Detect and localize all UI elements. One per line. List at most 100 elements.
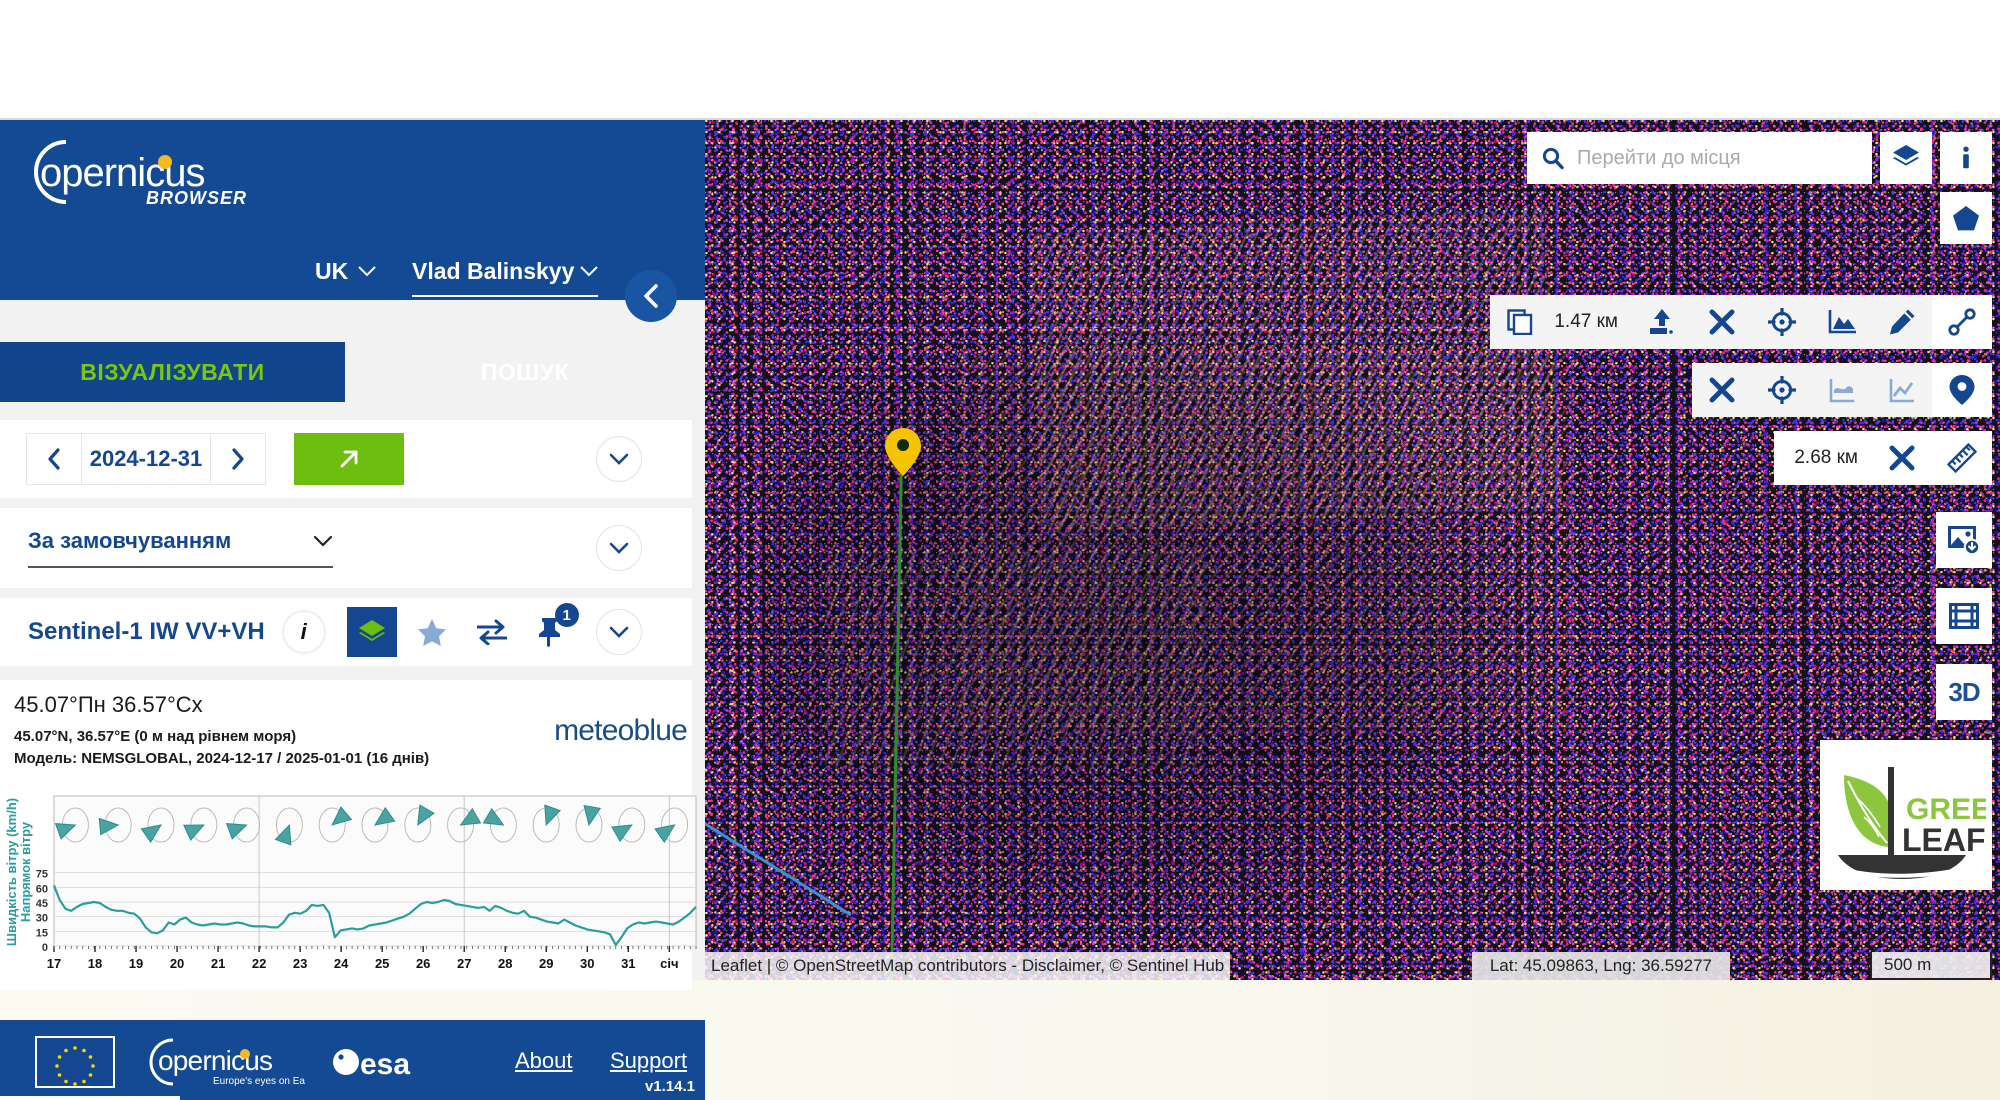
preset-select[interactable]: За замовчуванням	[28, 528, 333, 568]
crosshair-icon	[1768, 376, 1796, 404]
map-info-button[interactable]	[1940, 132, 1992, 184]
pentagon-icon	[1951, 203, 1981, 233]
user-name: Vlad Balinskyy	[412, 258, 575, 284]
user-menu[interactable]: Vlad Balinskyy	[412, 258, 598, 297]
map-search-row	[1527, 132, 1992, 184]
area-chart-icon	[1828, 376, 1856, 404]
info-icon	[1952, 144, 1980, 172]
preset-value: За замовчуванням	[28, 528, 232, 553]
layer-compare-button[interactable]	[467, 607, 517, 657]
map-canvas[interactable]: 1.47 км	[705, 120, 2000, 980]
svg-text:26: 26	[416, 956, 430, 971]
map-marker-icon	[1949, 375, 1975, 405]
copernicus-logo: opernicus BROWSER	[18, 134, 263, 214]
date-panel-expand-button[interactable]	[596, 436, 642, 482]
layers-icon	[357, 617, 387, 647]
upload-icon	[1648, 308, 1676, 336]
terrain-button[interactable]	[1812, 295, 1872, 349]
measure-close-button[interactable]	[1872, 431, 1932, 485]
arrow-up-right-icon	[336, 446, 362, 472]
map-coordinates: Lat: 45.09863, Lng: 36.59277	[1471, 952, 1730, 980]
svg-text:20: 20	[170, 956, 184, 971]
map-layers-button[interactable]	[1880, 132, 1932, 184]
preset-panel: За замовчуванням	[0, 508, 692, 588]
pin-count-badge: 1	[554, 603, 579, 627]
tab-search[interactable]: ПОШУК	[345, 342, 705, 402]
page-top-whitespace	[0, 0, 2000, 120]
layer-info-button[interactable]: i	[282, 611, 325, 653]
chevron-left-icon	[640, 283, 662, 309]
svg-text:30: 30	[580, 956, 594, 971]
download-image-button[interactable]	[1936, 512, 1992, 568]
date-prev-button[interactable]	[26, 433, 82, 485]
line-chart-button[interactable]	[1872, 363, 1932, 417]
compare-close-button[interactable]	[1692, 363, 1752, 417]
close-icon	[1709, 377, 1735, 403]
language-label: UK	[315, 258, 349, 284]
compare-center-button[interactable]	[1752, 363, 1812, 417]
svg-text:21: 21	[211, 956, 225, 971]
meteoblue-subtitle-2: Модель: NEMSGLOBAL, 2024-12-17 / 2025-01…	[14, 750, 430, 767]
terrain-icon	[1828, 308, 1856, 336]
draw-distance-label: 1.47 км	[1554, 311, 1618, 332]
map-measure-toolbar: 2.68 км	[1774, 431, 1992, 485]
svg-text:0: 0	[42, 942, 48, 954]
line-measure-icon	[1948, 308, 1976, 336]
svg-text:19: 19	[129, 956, 143, 971]
date-next-button[interactable]	[210, 433, 266, 485]
footer-support-link[interactable]: Support	[610, 1048, 687, 1074]
search-box[interactable]	[1527, 132, 1872, 184]
svg-text:22: 22	[252, 956, 266, 971]
esa-logo: esa	[330, 1042, 450, 1082]
center-map-button[interactable]	[1752, 295, 1812, 349]
copernicus-footer-logo: opernicus Europe's eyes on Earth	[145, 1034, 305, 1090]
preset-panel-expand-button[interactable]	[596, 525, 642, 571]
search-icon	[1541, 146, 1565, 170]
footer-version: v1.14.1	[644, 1078, 695, 1095]
svg-text:28: 28	[498, 956, 512, 971]
svg-text:23: 23	[293, 956, 307, 971]
clear-draw-button[interactable]	[1692, 295, 1752, 349]
tab-visualize[interactable]: ВІЗУАЛІЗУВАТИ	[0, 342, 345, 402]
copy-button[interactable]	[1490, 295, 1550, 349]
crosshair-icon	[1768, 308, 1796, 336]
copernicus-tagline: Europe's eyes on Earth	[213, 1076, 305, 1087]
collapse-sidebar-button[interactable]	[625, 270, 677, 322]
svg-text:Напрямок вітру: Напрямок вітру	[18, 821, 33, 922]
layer-favorite-button[interactable]	[407, 607, 457, 657]
date-go-button[interactable]	[294, 433, 404, 485]
layer-pin-button[interactable]: 1	[527, 603, 579, 657]
star-icon	[417, 618, 447, 647]
map-polygon-button[interactable]	[1940, 192, 1992, 244]
svg-text:29: 29	[539, 956, 553, 971]
sidebar-scroll-indicator[interactable]	[0, 1096, 180, 1100]
ruler-button[interactable]	[1932, 431, 1992, 485]
svg-text:15: 15	[36, 927, 48, 939]
sar-bright-streak	[825, 550, 1205, 770]
marker-button[interactable]	[1932, 363, 1992, 417]
svg-text:30: 30	[36, 913, 48, 925]
greenleaf-logo: GREEN LEAF	[1820, 740, 1992, 890]
date-value[interactable]: 2024-12-31	[82, 433, 210, 485]
map-attribution[interactable]: Leaflet | © OpenStreetMap contributors -…	[705, 952, 1231, 980]
upload-button[interactable]	[1632, 295, 1692, 349]
language-selector[interactable]: UK	[315, 258, 376, 285]
timelapse-button[interactable]	[1936, 588, 1992, 644]
meteoblue-widget: 45.07°Пн 36.57°Сх 45.07°N, 36.57°E (0 м …	[0, 680, 697, 990]
image-download-icon	[1948, 524, 1980, 556]
footer-about-link[interactable]: About	[515, 1048, 573, 1074]
map-pin-marker[interactable]	[885, 428, 921, 476]
3d-button[interactable]: 3D	[1936, 664, 1992, 720]
ruler-icon	[1947, 443, 1977, 473]
meteoblue-coordinates: 45.07°Пн 36.57°Сх	[14, 692, 203, 717]
svg-text:25: 25	[375, 956, 389, 971]
search-input[interactable]	[1577, 146, 1858, 170]
chevron-down-icon	[358, 265, 376, 278]
line-measure-button[interactable]	[1932, 295, 1992, 349]
layer-visibility-button[interactable]	[346, 607, 397, 657]
video-icon	[1949, 603, 1979, 629]
area-chart-button[interactable]	[1812, 363, 1872, 417]
line-chart-icon	[1888, 376, 1916, 404]
pencil-button[interactable]	[1872, 295, 1932, 349]
layer-panel-expand-button[interactable]	[596, 609, 642, 655]
